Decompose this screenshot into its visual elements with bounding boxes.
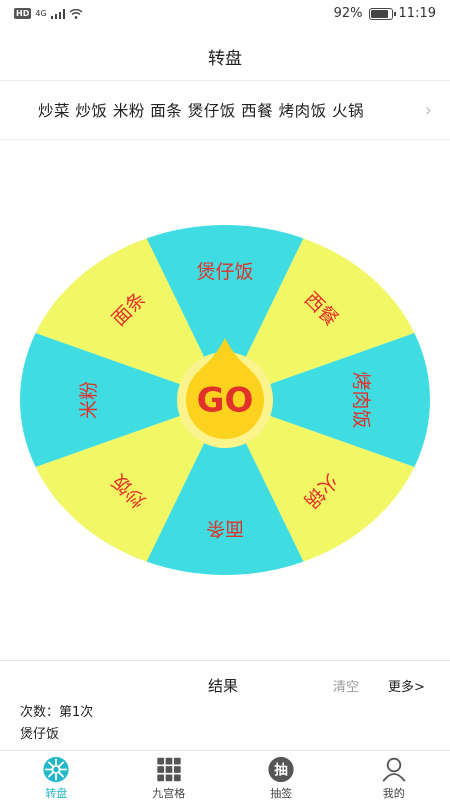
network-type: 4G — [35, 9, 46, 18]
chevron-right-icon: › — [425, 100, 432, 121]
wheel-area: 煲仔饭西餐烤肉饭火锅面条炒饭米粉面条GO — [0, 140, 450, 660]
results-title: 结果 — [208, 675, 238, 696]
page-title: 转盘 — [208, 44, 242, 69]
options-row[interactable]: 炒菜 炒饭 米粉 面条 煲仔饭 西餐 烤肉饭 火锅 › — [0, 81, 450, 140]
tab-grid[interactable]: 九宫格 — [113, 751, 226, 801]
draw-lots-icon: 抽 — [266, 756, 296, 783]
go-label: GO — [197, 381, 254, 421]
tab-label: 转盘 — [45, 785, 67, 801]
wheel-segment-label: 煲仔饭 — [196, 261, 253, 283]
battery-percent: 92% — [334, 6, 363, 21]
wheel-segment-label: 烤肉饭 — [350, 371, 372, 428]
tab-profile[interactable]: 我的 — [338, 751, 450, 801]
hd-icon: HD — [14, 8, 31, 19]
result-value: 煲仔饭 — [20, 723, 59, 742]
status-left: HD 4G — [14, 8, 83, 19]
wheel-icon — [41, 756, 71, 783]
clock: 11:19 — [399, 6, 436, 21]
user-icon — [379, 756, 409, 783]
wheel-segment-label: 米粉 — [78, 381, 100, 419]
tab-bar: 转盘 九宫格 抽 抽签 我的 — [0, 750, 450, 801]
wheel-segment-label: 面条 — [206, 517, 244, 539]
clear-button[interactable]: 清空 — [333, 676, 359, 695]
draw-lots-glyph: 抽 — [275, 761, 289, 778]
tab-label: 九宫格 — [152, 785, 185, 801]
title-bar: 转盘 — [0, 32, 450, 81]
tab-label: 抽签 — [270, 785, 292, 801]
spin-wheel: 煲仔饭西餐烤肉饭火锅面条炒饭米粉面条GO — [0, 140, 450, 660]
tab-wheel[interactable]: 转盘 — [0, 751, 113, 801]
options-summary: 炒菜 炒饭 米粉 面条 煲仔饭 西餐 烤肉饭 火锅 — [0, 99, 364, 121]
results-panel: 结果 清空 更多> 次数：第1次 煲仔饭 — [0, 660, 450, 751]
result-count: 次数：第1次 — [20, 701, 93, 720]
tab-label: 我的 — [383, 785, 405, 801]
battery-icon — [369, 8, 393, 20]
status-right: 92% 11:19 — [334, 6, 436, 21]
signal-icon — [51, 9, 65, 19]
more-button[interactable]: 更多> — [388, 676, 425, 695]
tab-draw-lots[interactable]: 抽 抽签 — [225, 751, 338, 801]
status-bar: HD 4G 92% 11:19 — [0, 0, 450, 32]
grid-icon — [154, 756, 184, 783]
wifi-icon — [69, 9, 83, 19]
